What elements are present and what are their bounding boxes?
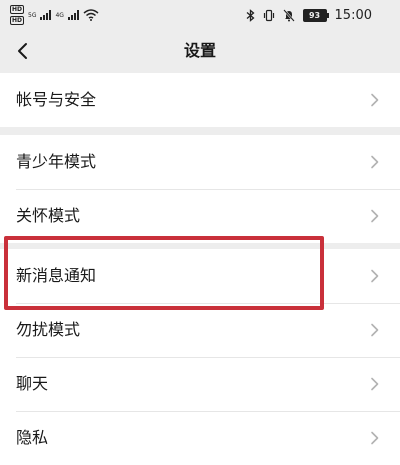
settings-item-label: 勿扰模式 (16, 320, 81, 339)
chevron-right-icon (371, 431, 379, 445)
status-bar: HD HD 5G 4G 93 15:00 (0, 0, 400, 30)
settings-item-label: 隐私 (16, 428, 49, 447)
settings-group-modes: 青少年模式 关怀模式 (0, 135, 400, 243)
settings-item-teen-mode[interactable]: 青少年模式 (0, 135, 400, 189)
chevron-right-icon (371, 93, 379, 107)
page-title: 设置 (183, 41, 216, 60)
settings-item-account-security[interactable]: 帐号与安全 (0, 73, 400, 127)
nav-bar: 设置 (0, 30, 400, 72)
sim1-network-label: 5G (28, 11, 37, 19)
settings-group-account: 帐号与安全 (0, 73, 400, 127)
back-button[interactable] (8, 36, 38, 66)
hd-badge-sim2: HD (10, 16, 25, 25)
settings-item-chat[interactable]: 聊天 (0, 357, 400, 411)
chevron-right-icon (371, 377, 379, 391)
status-bar-left: HD HD 5G 4G (10, 4, 99, 26)
signal-icon (40, 10, 52, 20)
settings-item-label: 关怀模式 (16, 206, 81, 225)
wifi-icon (83, 9, 99, 21)
mute-icon (282, 8, 295, 22)
settings-item-label: 帐号与安全 (16, 90, 97, 109)
settings-group-general: 新消息通知 勿扰模式 聊天 隐私 (0, 249, 400, 465)
sim-badges: HD HD (10, 5, 25, 25)
settings-item-care-mode[interactable]: 关怀模式 (0, 189, 400, 243)
settings-item-do-not-disturb[interactable]: 勿扰模式 (0, 303, 400, 357)
hd-badge-sim1: HD (10, 5, 25, 14)
chevron-right-icon (371, 269, 379, 283)
sim2-network-label: 4G (55, 11, 64, 19)
signal-icon (67, 10, 79, 20)
settings-item-privacy[interactable]: 隐私 (0, 411, 400, 465)
chevron-left-icon (18, 43, 27, 59)
settings-item-label: 青少年模式 (16, 152, 97, 171)
chevron-right-icon (371, 209, 379, 223)
settings-item-new-message-notification[interactable]: 新消息通知 (0, 249, 400, 303)
bluetooth-icon (246, 8, 255, 22)
chevron-right-icon (371, 155, 379, 169)
settings-item-label: 聊天 (16, 374, 49, 393)
battery-icon: 93 (302, 8, 329, 22)
settings-item-label: 新消息通知 (16, 266, 97, 285)
clock: 15:00 (334, 7, 372, 23)
status-bar-right: 93 15:00 (246, 6, 372, 24)
chevron-right-icon (371, 323, 379, 337)
vibrate-icon (263, 9, 274, 21)
